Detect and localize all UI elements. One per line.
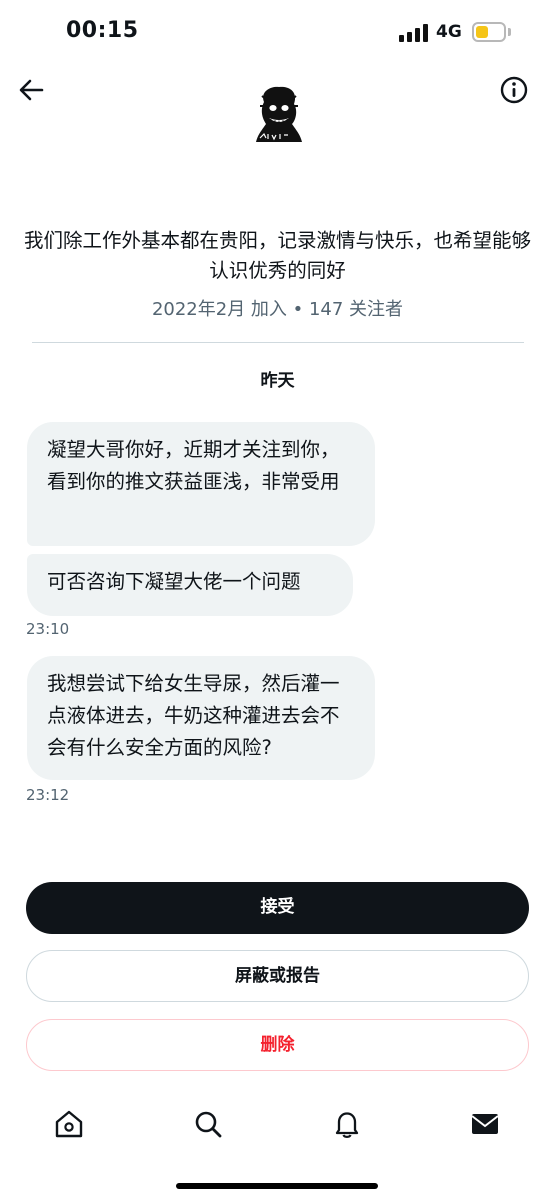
message-bubble[interactable]: 凝望大哥你好，近期才关注到你，看到你的推文获益匪浅，非常受用 [27, 422, 375, 546]
profile-bio: 我们除工作外基本都在贵阳，记录激情与快乐，也希望能够认识优秀的同好 [23, 229, 531, 282]
avatar[interactable] [254, 84, 304, 142]
home-indicator [176, 1183, 378, 1189]
accept-button[interactable]: 接受 [26, 882, 529, 934]
info-circle-icon[interactable] [496, 72, 532, 108]
battery-level [476, 26, 488, 38]
mail-icon[interactable] [469, 1108, 501, 1140]
message-timestamp: 23:12 [26, 786, 70, 804]
message-bubble[interactable]: 我想尝试下给女生导尿，然后灌一点液体进去，牛奶这种灌进去会不会有什么安全方面的风… [27, 656, 375, 780]
search-icon[interactable] [192, 1108, 224, 1140]
battery-icon [472, 22, 506, 42]
divider [32, 342, 524, 343]
block-report-button[interactable]: 屏蔽或报告 [26, 950, 529, 1002]
status-bar: 00:15 4G [0, 0, 555, 64]
status-time: 00:15 [66, 18, 139, 43]
tab-bar [0, 1098, 555, 1158]
bell-icon[interactable] [331, 1108, 363, 1140]
message-timestamp: 23:10 [26, 620, 70, 638]
signal-icon [399, 24, 429, 42]
battery-tip [508, 28, 511, 36]
home-icon[interactable] [53, 1108, 85, 1140]
message-bubble[interactable]: 可否咨询下凝望大佬一个问题 [27, 554, 353, 616]
date-label: 昨天 [260, 371, 295, 391]
arrow-left-icon[interactable] [14, 72, 50, 108]
profile-meta: 2022年2月 加入 • 147 关注者 [151, 299, 404, 320]
network-label: 4G [436, 22, 462, 42]
delete-button[interactable]: 删除 [26, 1019, 529, 1071]
